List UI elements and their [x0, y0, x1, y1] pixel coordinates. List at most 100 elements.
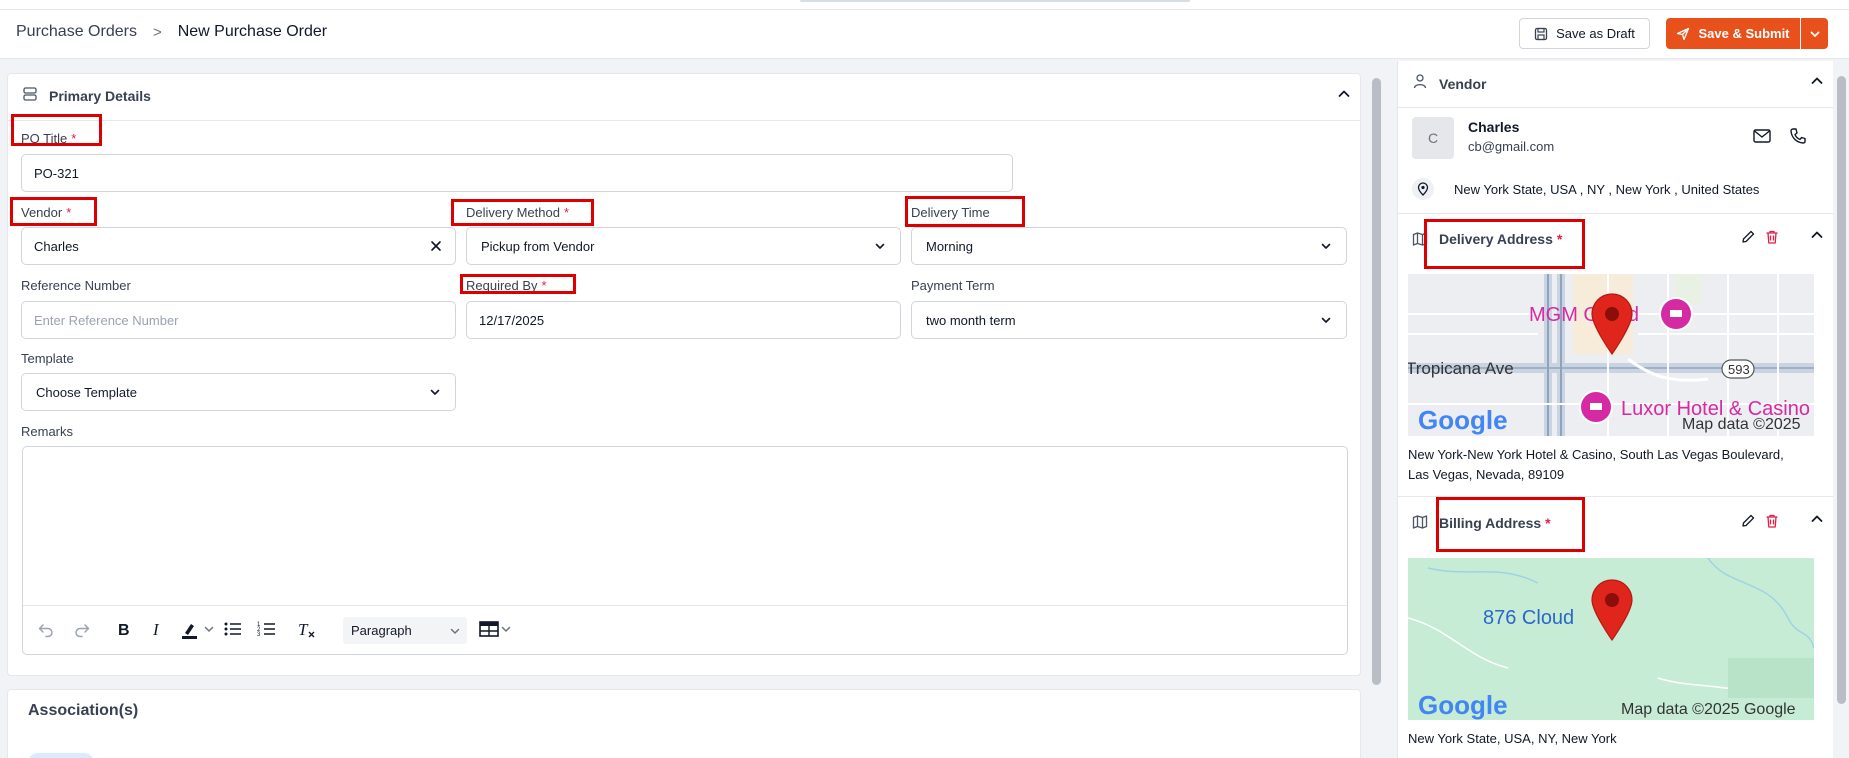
bullet-list-icon[interactable]: [223, 620, 243, 638]
po-title-input[interactable]: PO-321: [21, 154, 1013, 192]
annotation-box-vendor: [10, 197, 97, 226]
mail-icon[interactable]: [1753, 129, 1771, 143]
map-label-593: 593: [1728, 362, 1750, 377]
top-search-hint: [800, 0, 1190, 2]
map-attribution: Map data ©2025 Google: [1621, 701, 1796, 718]
delivery-address-map[interactable]: MGM Grand Tropicana Ave 593 Luxor Hotel …: [1408, 274, 1814, 436]
main-scrollbar[interactable]: [1369, 61, 1384, 758]
delivery-address-text: New York-New York Hotel & Casino, South …: [1408, 445, 1824, 485]
top-divider: [0, 9, 1849, 10]
submit-options-dropdown[interactable]: [1801, 18, 1828, 49]
primary-details-header[interactable]: Primary Details: [8, 74, 1360, 121]
side-panel-scrollbar[interactable]: [1834, 61, 1849, 758]
remarks-editor[interactable]: B I 123 T Paragraph: [22, 446, 1348, 655]
chevron-up-icon[interactable]: [1809, 227, 1825, 243]
annotation-box-delivery-method: [451, 199, 594, 226]
chevron-down-icon[interactable]: [203, 623, 215, 635]
save-and-submit-label: Save & Submit: [1698, 26, 1790, 41]
billing-address-map[interactable]: 876 Cloud Google Map data ©2025 Google: [1408, 558, 1814, 720]
delivery-address-line2: Las Vegas, Nevada, 89109: [1408, 467, 1565, 482]
template-select[interactable]: Choose Template: [21, 373, 456, 411]
location-icon-badge: [1412, 178, 1434, 200]
delete-icon[interactable]: [1764, 229, 1780, 245]
map-attribution: Map data ©2025: [1682, 416, 1801, 433]
delivery-method-select[interactable]: Pickup from Vendor: [466, 227, 901, 265]
italic-icon[interactable]: I: [150, 620, 164, 638]
editor-toolbar: B I 123 T Paragraph: [23, 605, 1347, 654]
annotation-box-required-by: [460, 274, 576, 294]
delivery-method-value: Pickup from Vendor: [481, 238, 595, 254]
clear-icon[interactable]: [429, 239, 443, 253]
chevron-down-icon: [1321, 317, 1331, 323]
side-panel-scrollbar-thumb[interactable]: [1837, 76, 1846, 704]
primary-details-card: Primary Details PO Title * PO-321 Vendor *…: [7, 73, 1361, 676]
user-icon: [1413, 74, 1427, 89]
clear-formatting-icon[interactable]: T: [297, 620, 317, 640]
chevron-down-icon: [450, 628, 460, 634]
annotation-box-billing-address: [1436, 497, 1585, 552]
save-and-submit-button[interactable]: Save & Submit: [1666, 18, 1800, 49]
vendor-location: New York State, USA , NY , New York , Un…: [1454, 182, 1760, 197]
breadcrumb-current: New Purchase Order: [177, 23, 328, 40]
chevron-down-icon[interactable]: [500, 623, 512, 635]
svg-text:I: I: [152, 620, 160, 638]
table-icon[interactable]: [479, 620, 499, 638]
main-scrollbar-thumb[interactable]: [1372, 78, 1381, 685]
delete-icon[interactable]: [1764, 513, 1780, 529]
save-as-draft-label: Save as Draft: [1556, 26, 1635, 41]
association-chip[interactable]: [28, 753, 94, 758]
annotation-box-delivery-time: [905, 196, 1025, 227]
delivery-map-graphic: MGM Grand Tropicana Ave 593 Luxor Hotel …: [1408, 274, 1814, 436]
template-value: Choose Template: [36, 384, 137, 400]
list-layout-icon: [23, 87, 37, 101]
reference-number-input[interactable]: Enter Reference Number: [21, 301, 456, 339]
delivery-time-value: Morning: [926, 238, 973, 254]
chevron-up-icon[interactable]: [1809, 73, 1825, 89]
highlight-icon[interactable]: [180, 620, 200, 640]
numbered-list-icon[interactable]: 123: [257, 620, 277, 638]
vendor-email: cb@gmail.com: [1468, 139, 1555, 154]
send-icon: [1677, 27, 1690, 40]
delivery-address-line1: New York-New York Hotel & Casino, South …: [1408, 447, 1784, 462]
payment-term-select[interactable]: two month term: [911, 301, 1347, 339]
associations-title: Association(s): [28, 702, 139, 719]
template-label: Template: [21, 351, 74, 366]
google-logo: Google: [1418, 405, 1508, 435]
edit-icon[interactable]: [1740, 513, 1756, 529]
svg-text:T: T: [298, 620, 309, 639]
save-icon: [1534, 27, 1548, 40]
reference-number-label: Reference Number: [21, 278, 131, 293]
remarks-label: Remarks: [21, 424, 74, 439]
map-label-876-cloud: 876 Cloud: [1483, 607, 1574, 629]
delivery-time-select[interactable]: Morning: [911, 227, 1347, 265]
vendor-section-title: Vendor: [1439, 76, 1487, 92]
google-logo: Google: [1418, 690, 1508, 720]
top-bar: Purchase Orders > New Purchase Order Sav…: [0, 0, 1849, 59]
chevron-down-icon: [1810, 31, 1819, 37]
payment-term-value: two month term: [926, 312, 1016, 328]
billing-map-graphic: 876 Cloud Google Map data ©2025 Google: [1408, 558, 1814, 720]
save-as-draft-button[interactable]: Save as Draft: [1519, 18, 1650, 49]
annotation-box-po-title: [11, 114, 102, 146]
svg-text:B: B: [118, 622, 130, 638]
chevron-up-icon[interactable]: [1336, 86, 1352, 102]
edit-icon[interactable]: [1740, 229, 1756, 245]
phone-icon[interactable]: [1789, 127, 1807, 145]
breadcrumb-separator: >: [152, 23, 162, 41]
required-by-date-input[interactable]: 12/17/2025: [466, 301, 901, 339]
side-panel: Vendor C Charles cb@gmail.com New York S…: [1397, 61, 1833, 758]
vendor-select[interactable]: Charles: [21, 227, 456, 265]
map-icon: [1412, 515, 1428, 529]
undo-icon[interactable]: [37, 620, 55, 638]
annotation-box-delivery-address: [1424, 219, 1585, 269]
bold-icon[interactable]: B: [116, 620, 132, 638]
vendor-value: Charles: [34, 238, 79, 254]
chevron-up-icon[interactable]: [1809, 511, 1825, 527]
paragraph-style-select[interactable]: Paragraph: [343, 617, 467, 644]
associations-card: Association(s): [7, 689, 1361, 758]
redo-icon[interactable]: [73, 620, 91, 638]
divider: [1398, 213, 1833, 214]
billing-address-text: New York State, USA, NY, New York: [1408, 731, 1617, 746]
divider: [1398, 107, 1833, 108]
breadcrumb-purchase-orders[interactable]: Purchase Orders: [16, 23, 137, 41]
